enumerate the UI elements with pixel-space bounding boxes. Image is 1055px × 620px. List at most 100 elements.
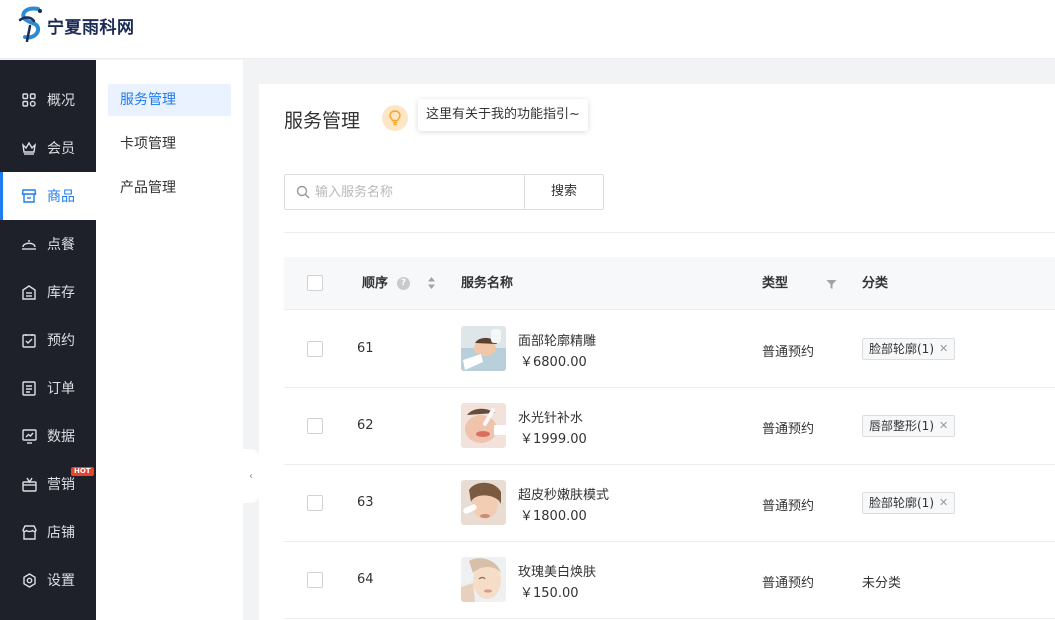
sidebar-item-label: 库存 [47, 285, 75, 301]
sidebar-item-ordering[interactable]: 点餐 [0, 220, 96, 268]
main-content: 服务管理 这里有关于我的功能指引~ 搜索 顺序 ? 服务名称 类型 分类 61 … [259, 84, 1055, 620]
sidebar-item-inventory[interactable]: 库存 [0, 268, 96, 316]
service-thumbnail[interactable] [461, 326, 506, 371]
service-thumbnail[interactable] [461, 557, 506, 602]
sidebar-item-products[interactable]: 商品 [0, 172, 96, 220]
brand-logo[interactable]: 宁夏雨科网 [16, 6, 135, 42]
category-tag: 脸部轮廓(1) ✕ [862, 492, 956, 514]
chevron-left-icon: ‹ [249, 470, 253, 482]
sidebar-item-label: 店铺 [47, 525, 75, 541]
service-name: 水光针补水 [518, 411, 584, 426]
collapse-sidebar-button[interactable]: ‹ [243, 449, 259, 503]
logo-icon [18, 6, 42, 42]
row-checkbox[interactable] [307, 495, 323, 511]
sidebar-item-shop[interactable]: 店铺 [0, 508, 96, 556]
row-checkbox[interactable] [307, 341, 323, 357]
shop-icon [21, 524, 37, 540]
lightbulb-icon [389, 110, 401, 126]
remove-category-icon[interactable]: ✕ [939, 339, 948, 359]
dashboard-icon [21, 92, 37, 108]
category-tag: 唇部整形(1) ✕ [862, 415, 956, 437]
filter-icon[interactable] [826, 278, 837, 294]
brand-name: 宁夏雨科网 [47, 18, 135, 38]
service-thumbnail[interactable] [461, 480, 506, 525]
top-bar: 宁夏雨科网 [0, 0, 1055, 59]
row-checkbox[interactable] [307, 418, 323, 434]
divider [284, 232, 1055, 233]
category-tag: 脸部轮廓(1) ✕ [862, 338, 956, 360]
table-header: 顺序 ? 服务名称 类型 分类 [284, 257, 1055, 310]
secondary-sidebar: 服务管理 卡项管理 产品管理 [96, 60, 243, 620]
sidebar-item-label: 设置 [47, 573, 75, 589]
row-checkbox[interactable] [307, 572, 323, 588]
sidebar-item-label: 概况 [47, 93, 75, 109]
settings-icon [21, 572, 37, 588]
service-price: ￥6800.00 [520, 355, 587, 370]
sidebar-item-label: 点餐 [47, 237, 75, 253]
column-category: 分类 [862, 276, 889, 291]
service-type: 普通预约 [762, 576, 815, 591]
row-order: 61 [357, 341, 374, 356]
sidebar-item-overview[interactable]: 概况 [0, 76, 96, 124]
service-thumbnail[interactable] [461, 403, 506, 448]
sidebar-item-settings[interactable]: 设置 [0, 556, 96, 604]
category-label: 脸部轮廓(1) [869, 496, 934, 510]
search-box [284, 174, 525, 210]
main-sidebar: 概况 会员 商品 点餐 库存 预约 订单 数据 营销 HOT 店铺 设置 [0, 60, 96, 620]
service-price: ￥1800.00 [520, 509, 587, 524]
remove-category-icon[interactable]: ✕ [939, 416, 948, 436]
column-service-name: 服务名称 [461, 276, 514, 291]
search-button[interactable]: 搜索 [524, 174, 604, 210]
help-icon[interactable]: ? [397, 277, 410, 290]
gift-icon [21, 476, 37, 492]
sidebar-item-label: 订单 [47, 381, 75, 397]
service-name: 超皮秒嫩肤模式 [518, 488, 610, 503]
chart-monitor-icon [21, 428, 37, 444]
calendar-check-icon [21, 332, 37, 348]
select-all-checkbox[interactable] [307, 275, 323, 291]
subnav-item-product-management[interactable]: 产品管理 [108, 172, 231, 204]
table-row[interactable]: 64 玫瑰美白焕肤 ￥150.00 普通预约 未分类 [284, 542, 1055, 619]
column-order[interactable]: 顺序 [362, 257, 388, 310]
crown-icon [21, 140, 37, 156]
remove-category-icon[interactable]: ✕ [939, 493, 948, 513]
category-label: 未分类 [862, 576, 902, 591]
table-row[interactable]: 63 超皮秒嫩肤模式 ￥1800.00 普通预约 脸部轮廓(1) ✕ [284, 465, 1055, 542]
service-type: 普通预约 [762, 422, 815, 437]
store-icon [21, 188, 37, 204]
sidebar-item-label: 营销 [47, 477, 75, 493]
subnav-item-card-management[interactable]: 卡项管理 [108, 128, 231, 160]
sidebar-item-marketing[interactable]: 营销 HOT [0, 460, 96, 508]
service-price: ￥1999.00 [520, 432, 587, 447]
category-label: 唇部整形(1) [869, 419, 934, 433]
row-order: 64 [357, 572, 374, 587]
order-list-icon [21, 380, 37, 396]
column-label: 顺序 [362, 276, 389, 291]
table-row[interactable]: 61 面部轮廓精雕 ￥6800.00 普通预约 脸部轮廓(1) ✕ [284, 311, 1055, 388]
sidebar-item-members[interactable]: 会员 [0, 124, 96, 172]
sidebar-item-label: 商品 [47, 189, 75, 205]
page-title: 服务管理 [284, 110, 361, 132]
service-name: 面部轮廓精雕 [518, 334, 597, 349]
dish-bell-icon [21, 236, 37, 252]
sidebar-item-label: 会员 [47, 141, 75, 157]
service-price: ￥150.00 [520, 586, 579, 601]
sidebar-item-data[interactable]: 数据 [0, 412, 96, 460]
sidebar-item-label: 预约 [47, 333, 75, 349]
row-order: 62 [357, 418, 374, 433]
service-name: 玫瑰美白焕肤 [518, 565, 597, 580]
search-input[interactable] [315, 184, 515, 200]
column-type: 类型 [762, 276, 789, 291]
hot-badge: HOT [71, 467, 94, 476]
sort-icon[interactable] [427, 276, 436, 294]
inventory-icon [21, 284, 37, 300]
row-order: 63 [357, 495, 374, 510]
table-row[interactable]: 62 水光针补水 ￥1999.00 普通预约 唇部整形(1) ✕ [284, 388, 1055, 465]
sidebar-item-appointments[interactable]: 预约 [0, 316, 96, 364]
service-type: 普通预约 [762, 345, 815, 360]
subnav-item-service-management[interactable]: 服务管理 [108, 84, 231, 116]
sidebar-item-orders[interactable]: 订单 [0, 364, 96, 412]
guide-tooltip[interactable]: 这里有关于我的功能指引~ [418, 99, 588, 131]
guide-bulb-button[interactable] [382, 105, 408, 131]
service-type: 普通预约 [762, 499, 815, 514]
